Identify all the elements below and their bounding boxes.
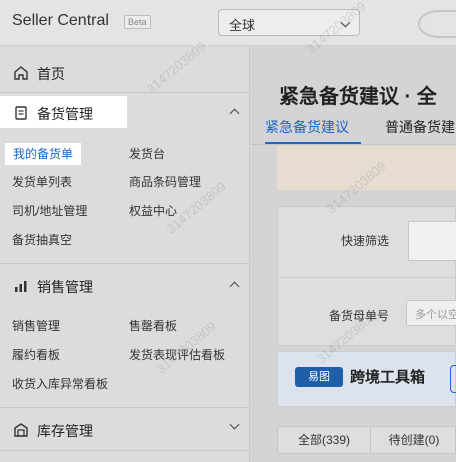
sidebar-item-label: 首页	[37, 66, 65, 82]
chevron-up-icon[interactable]	[229, 281, 240, 292]
sidebar-item-sales-mgmt[interactable]: 销售管理	[0, 268, 250, 304]
divider	[0, 263, 250, 264]
chevron-down-icon	[340, 17, 351, 28]
sidebar-subitem-shipment-list[interactable]: 发货单列表	[12, 171, 72, 193]
sidebar-subitem-barcode-mgmt[interactable]: 商品条码管理	[129, 171, 201, 193]
filter-panel: 快速筛选 备货母单号 多个以空	[277, 206, 456, 346]
tab-urgent-stock[interactable]: 紧急备货建议	[265, 117, 349, 137]
sidebar-subitem-receiving-exception-board[interactable]: 收货入库异常看板	[12, 373, 108, 395]
chevron-up-icon[interactable]	[229, 108, 240, 119]
quick-filter-label: 快速筛选	[341, 234, 390, 248]
status-tab-all[interactable]: 全部(339)	[278, 427, 370, 453]
sidebar-subitem-shipping-desk[interactable]: 发货台	[129, 143, 165, 165]
toolbox-banner-button[interactable]	[450, 365, 456, 393]
sidebar-item-label: 销售管理	[37, 279, 93, 295]
sidebar-subitem-benefits-center[interactable]: 权益中心	[129, 200, 177, 222]
sidebar-item-inventory-mgmt[interactable]: 库存管理	[0, 412, 250, 448]
tab-normal-stock[interactable]: 普通备货建	[385, 117, 455, 137]
region-select[interactable]: 全球	[218, 9, 360, 36]
main-content: 紧急备货建议 · 全 紧急备货建议 普通备货建 快速筛选 备货母单号 多个以空 …	[251, 46, 456, 462]
order-no-placeholder: 多个以空	[415, 309, 456, 321]
beta-badge: Beta	[124, 15, 151, 29]
divider	[0, 407, 250, 408]
notice-bar	[277, 146, 456, 190]
divider	[278, 277, 456, 278]
page-title: 紧急备货建议 · 全	[279, 86, 437, 108]
toolbox-banner[interactable]: 易图 跨境工具箱	[277, 351, 456, 407]
tab-divider	[251, 144, 456, 145]
decorative-logo-icon	[418, 10, 456, 38]
sidebar-subitem-vacuum[interactable]: 备货抽真空	[12, 229, 72, 251]
sidebar-subitem-my-stock-orders[interactable]: 我的备货单	[5, 143, 82, 165]
sidebar-subitem-shipping-eval-board[interactable]: 发货表现评估看板	[129, 344, 225, 366]
sidebar-subitem-fulfillment-board[interactable]: 履约看板	[12, 344, 60, 366]
sidebar-item-label: 备货管理	[37, 106, 93, 122]
clipboard-icon	[15, 106, 27, 120]
status-tabs: 全部(339) 待创建(0)	[277, 426, 456, 454]
sidebar-item-label: 库存管理	[37, 423, 93, 439]
home-icon	[14, 66, 28, 80]
sidebar-subitem-sellout-board[interactable]: 售罄看板	[129, 315, 177, 337]
warehouse-icon	[14, 423, 28, 437]
sidebar-item-home[interactable]: 首页	[0, 55, 250, 91]
region-select-value: 全球	[229, 18, 256, 33]
divider	[0, 450, 250, 451]
toolbox-logo: 易图	[295, 367, 343, 387]
sidebar-subitem-driver-address[interactable]: 司机/地址管理	[12, 200, 87, 222]
divider	[0, 92, 250, 93]
sidebar-subitem-sales-mgmt[interactable]: 销售管理	[12, 315, 60, 337]
order-no-input[interactable]: 多个以空	[406, 300, 456, 326]
order-no-label: 备货母单号	[329, 309, 390, 323]
top-bar: Seller Central Beta 全球	[0, 0, 456, 46]
sidebar: 首页 备货管理 我的备货单 发货台 发货单列表 商品条码管理 司机/地址管理 权…	[0, 46, 250, 462]
status-tab-pending-create[interactable]: 待创建(0)	[371, 427, 456, 453]
app-title[interactable]: Seller Central	[12, 12, 109, 30]
quick-filter-options[interactable]	[408, 221, 456, 261]
chevron-down-icon[interactable]	[229, 419, 240, 430]
sidebar-item-stock-mgmt[interactable]: 备货管理	[0, 96, 250, 132]
toolbox-banner-text: 跨境工具箱	[350, 369, 426, 386]
bar-chart-icon	[15, 281, 27, 292]
